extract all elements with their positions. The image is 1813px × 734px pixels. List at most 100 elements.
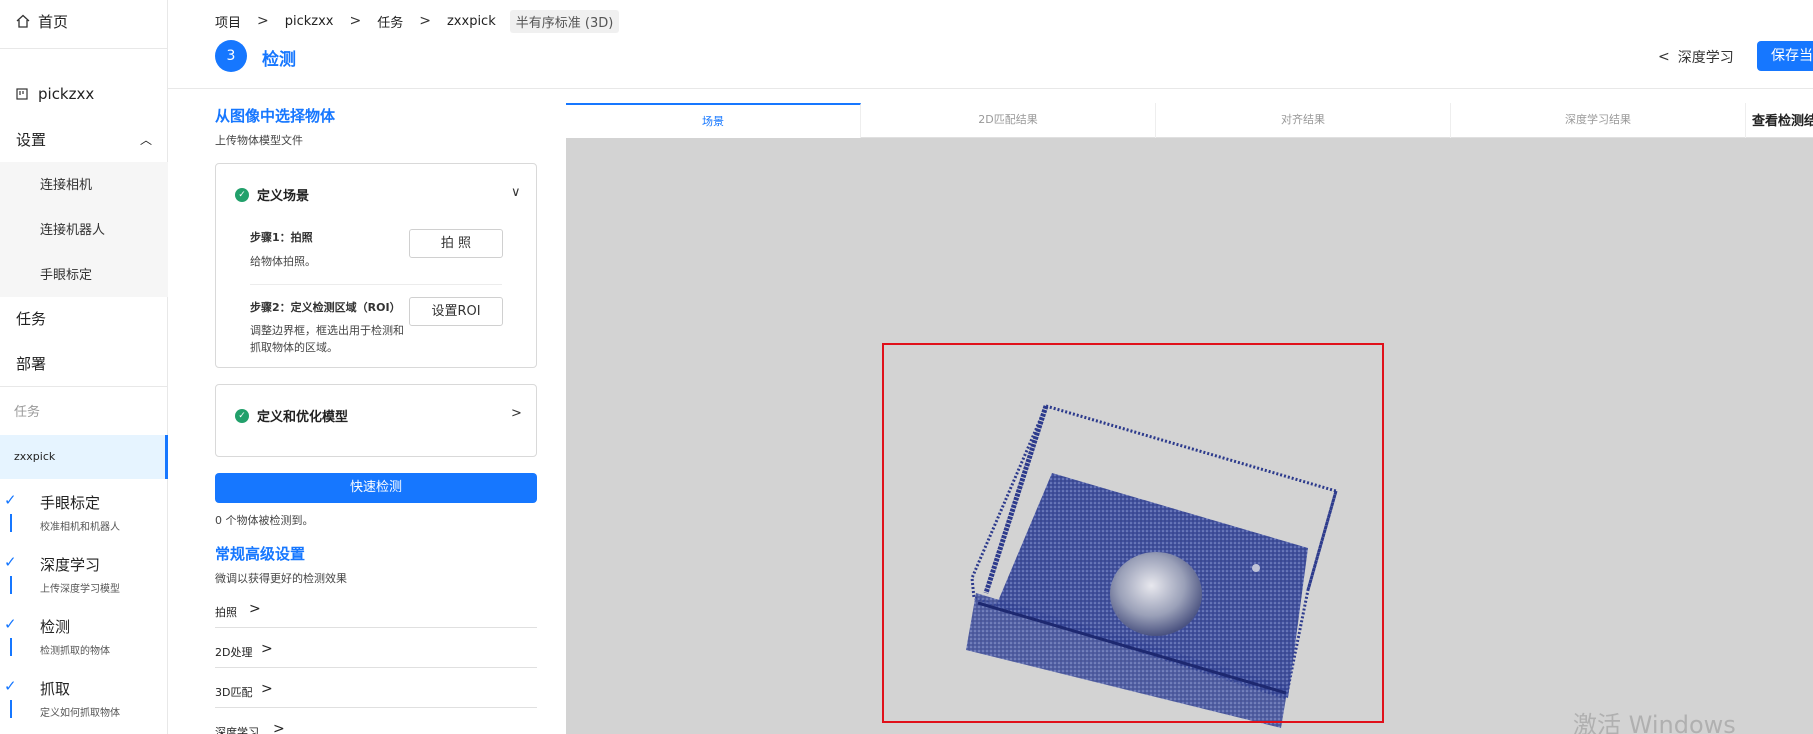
quick-detect-button[interactable]: 快速检测 (215, 473, 537, 503)
sidebar-item-robot[interactable]: 连接机器人 (40, 219, 105, 238)
sidebar-item-camera[interactable]: 连接相机 (40, 174, 92, 193)
check-icon: ✓ (4, 677, 17, 695)
tab-scene[interactable]: 场景 (566, 103, 861, 138)
breadcrumb-item[interactable]: zxxpick (447, 14, 496, 29)
step-connector (10, 700, 12, 718)
step-connector (10, 576, 12, 594)
settings-submenu: 连接相机 连接机器人 手眼标定 (0, 162, 168, 297)
step-title: 手眼标定 (40, 494, 101, 512)
sidebar-item-active-task[interactable]: zxxpick (0, 435, 168, 479)
step-title: 检测 (40, 618, 71, 636)
step2-title: 步骤2：定义检测区域（ROI） (250, 301, 401, 314)
point-cloud-viewer[interactable] (566, 138, 1813, 734)
sidebar-item-home-label: 首页 (38, 12, 69, 31)
model-card-title: 定义和优化模型 (257, 410, 349, 425)
advanced-item-3d[interactable]: 3D匹配 > (215, 678, 537, 708)
advanced-item-label: 2D处理 (215, 646, 253, 659)
sidebar: 首页 pickzxx 设置 ︿ 连接相机 连接机器人 手眼标定 任务 部署 任务… (0, 0, 168, 734)
step-number-badge: 3 (215, 40, 247, 72)
breadcrumb: 项目 > pickzxx > 任务 > zxxpick 半有序标准 (3D) (215, 9, 620, 33)
tab-2d-match[interactable]: 2D匹配结果 (861, 103, 1156, 138)
step-handeye[interactable]: ✓ 手眼标定 校准相机和机器人 (0, 486, 168, 548)
sidebar-item-settings[interactable]: 设置 ︿ (16, 129, 152, 150)
step-desc: 上传深度学习模型 (40, 584, 120, 595)
success-check-icon: ✓ (235, 187, 249, 202)
scene-card-title: 定义场景 (257, 189, 310, 204)
detect-count: 0 个物体被检测到。 (215, 514, 314, 527)
chevron-right-icon: > (419, 13, 431, 29)
breadcrumb-item[interactable]: 任务 (377, 12, 403, 31)
windows-watermark: 激活 Windows (1573, 711, 1736, 734)
step-connector (10, 514, 12, 532)
advanced-settings-title: 常规高级设置 (215, 545, 306, 563)
breadcrumb-item[interactable]: pickzxx (285, 14, 334, 29)
step-deep-learning[interactable]: ✓ 深度学习 上传深度学习模型 (0, 548, 168, 610)
advanced-item-2d[interactable]: 2D处理 > (215, 638, 537, 668)
roi-box[interactable] (882, 343, 1384, 723)
step-desc: 定义如何抓取物体 (40, 708, 120, 719)
sidebar-item-settings-label: 设置 (16, 131, 47, 149)
chevron-right-icon: > (257, 13, 269, 29)
chevron-down-icon[interactable]: ∨ (511, 185, 521, 200)
task-caption: 任务 (14, 405, 41, 420)
home-icon (16, 14, 30, 28)
chevron-left-icon: < (1658, 49, 1670, 65)
step-divider (250, 284, 502, 285)
step-title: 深度学习 (40, 556, 101, 574)
breadcrumb-item[interactable]: 项目 (215, 12, 241, 31)
step2-desc: 调整边界框，框选出用于检测和抓取物体的区域。 (250, 324, 404, 354)
task-type-tag: 半有序标准 (3D) (509, 9, 620, 33)
sidebar-divider (0, 48, 168, 49)
advanced-settings-subtitle: 微调以获得更好的检测效果 (215, 572, 347, 585)
check-icon: ✓ (4, 553, 17, 571)
model-card-header[interactable]: ✓ 定义和优化模型 (235, 406, 348, 425)
tab-view-detect[interactable]: 查看检测结 (1752, 110, 1813, 129)
save-button[interactable]: 保存当 (1757, 41, 1813, 71)
advanced-item-label: 3D匹配 (215, 686, 253, 699)
board-icon (16, 88, 28, 100)
advanced-item-photo[interactable]: 拍照 > (215, 598, 537, 628)
chevron-right-icon: > (273, 721, 285, 734)
select-object-title: 从图像中选择物体 (215, 107, 336, 125)
tab-dl-result[interactable]: 深度学习结果 (1451, 103, 1746, 138)
sidebar-item-project-label: pickzxx (38, 85, 95, 103)
advanced-item-label: 深度学习 (215, 726, 259, 734)
model-card[interactable]: ✓ 定义和优化模型 > (215, 384, 537, 457)
step-connector (10, 638, 12, 656)
chevron-right-icon: > (261, 641, 273, 657)
sidebar-item-deploy[interactable]: 部署 (16, 353, 46, 374)
back-button[interactable]: < 深度学习 (1658, 47, 1734, 67)
chevron-right-icon: > (261, 681, 273, 697)
step-grasp[interactable]: ✓ 抓取 定义如何抓取物体 (0, 672, 168, 734)
sidebar-item-tasks[interactable]: 任务 (16, 308, 46, 329)
set-roi-button[interactable]: 设置ROI (409, 297, 503, 326)
step-desc: 检测抓取的物体 (40, 646, 110, 657)
success-check-icon: ✓ (235, 408, 249, 423)
scene-card-header[interactable]: ✓ 定义场景 (235, 185, 309, 204)
sidebar-item-project[interactable]: pickzxx (16, 85, 94, 103)
page-title: 检测 (262, 50, 296, 70)
step-desc: 校准相机和机器人 (40, 522, 120, 533)
step-title: 抓取 (40, 680, 71, 698)
header-divider (168, 88, 1813, 89)
step1-title: 步骤1：拍照 (250, 231, 313, 244)
tab-align[interactable]: 对齐结果 (1156, 103, 1451, 138)
chevron-right-icon: > (349, 13, 362, 29)
check-icon: ✓ (4, 615, 17, 633)
advanced-item-label: 拍照 (215, 606, 237, 619)
chevron-up-icon: ︿ (139, 133, 152, 147)
scene-card: ✓ 定义场景 ∨ 步骤1：拍照 给物体拍照。 拍 照 步骤2：定义检测区域（RO… (215, 163, 537, 368)
check-icon: ✓ (4, 491, 17, 509)
active-task-label: zxxpick (14, 450, 56, 463)
chevron-right-icon[interactable]: > (511, 406, 522, 421)
take-photo-button[interactable]: 拍 照 (409, 229, 503, 258)
advanced-item-dl[interactable]: 深度学习 > (215, 718, 537, 734)
sidebar-divider (0, 386, 168, 387)
select-object-subtitle: 上传物体模型文件 (215, 134, 303, 147)
sidebar-item-handeye[interactable]: 手眼标定 (40, 264, 92, 283)
step1-desc: 给物体拍照。 (250, 255, 316, 268)
step-detect[interactable]: ✓ 检测 检测抓取的物体 (0, 610, 168, 672)
sidebar-item-home[interactable]: 首页 (16, 10, 68, 32)
chevron-right-icon: > (249, 601, 261, 617)
back-button-label: 深度学习 (1677, 50, 1734, 66)
